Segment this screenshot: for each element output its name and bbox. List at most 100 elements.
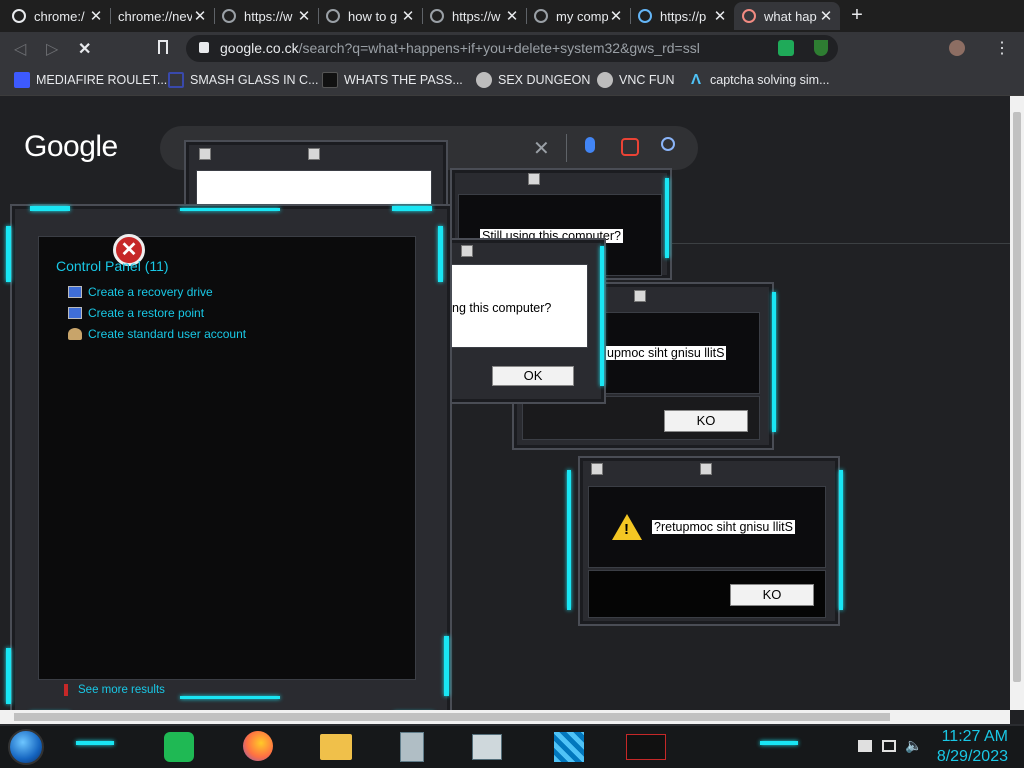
volume-tray-icon[interactable]: 🔈: [905, 737, 922, 754]
start-button[interactable]: [8, 729, 44, 765]
menu-icon[interactable]: ⋮: [994, 38, 1010, 58]
bookmark-label: SMASH GLASS IN C...: [190, 73, 319, 87]
list-item-label: Create standard user account: [88, 327, 247, 341]
mediafire-icon: [14, 72, 30, 88]
bookmark-smash-glass[interactable]: SMASH GLASS IN C...: [168, 72, 319, 88]
monitor-icon: [68, 286, 82, 298]
monitor-icon: [68, 307, 82, 319]
avatar[interactable]: [949, 40, 965, 56]
tab-title: https://p: [660, 8, 707, 24]
tab-title: my comp: [556, 8, 608, 24]
tab-title: what hap: [764, 8, 817, 24]
bookmark-icon[interactable]: [158, 40, 168, 54]
tab-6[interactable]: my comp ✕: [526, 2, 630, 30]
vertical-scrollbar-thumb[interactable]: [1013, 112, 1021, 682]
window-button[interactable]: [591, 463, 603, 475]
window-button[interactable]: [700, 463, 712, 475]
tab-title: how to g: [348, 8, 398, 24]
tab-title: https://w: [244, 8, 293, 24]
new-tab-button[interactable]: +: [846, 5, 868, 27]
lock-icon[interactable]: [199, 42, 209, 53]
network-tray-icon[interactable]: [882, 740, 896, 752]
globe-icon: [430, 9, 444, 23]
smash-glass-icon: [168, 72, 184, 88]
flag-icon: [64, 684, 68, 696]
calculator-taskbar-icon[interactable]: [400, 732, 424, 762]
close-icon[interactable]: ✕: [192, 7, 208, 25]
close-icon[interactable]: ✕: [88, 7, 104, 25]
tab-3[interactable]: https://w ✕: [214, 2, 318, 30]
back-icon[interactable]: ◁: [14, 39, 26, 59]
tab-title: https://w: [452, 8, 501, 24]
forward-icon[interactable]: ▷: [46, 39, 58, 59]
gear-icon: [476, 72, 492, 88]
loading-icon: [742, 9, 756, 23]
gear-icon: [597, 72, 613, 88]
window-button[interactable]: [634, 290, 646, 302]
ko-button[interactable]: KO: [664, 410, 748, 432]
mic-icon[interactable]: [585, 137, 595, 153]
clock-time[interactable]: 11:27 AM: [936, 728, 1008, 746]
url-host: google.co.ck: [220, 40, 299, 56]
tab-1[interactable]: chrome:/ ✕: [4, 2, 110, 30]
window-button[interactable]: [199, 148, 211, 160]
firefox-taskbar-icon[interactable]: [243, 731, 273, 761]
window-button[interactable]: [308, 148, 320, 160]
globe-icon: [222, 9, 236, 23]
ko-button[interactable]: KO: [730, 584, 814, 606]
tab-5[interactable]: https://w ✕: [422, 2, 526, 30]
spotify-taskbar-icon[interactable]: [164, 732, 194, 762]
history-icon: [12, 9, 26, 23]
window-button[interactable]: [528, 173, 540, 185]
close-icon[interactable]: ✕: [504, 7, 520, 25]
bookmark-captcha[interactable]: Λcaptcha solving sim...: [688, 72, 830, 88]
see-more-results-link[interactable]: See more results: [64, 684, 165, 696]
tiles-taskbar-icon[interactable]: [554, 732, 584, 762]
ok-button[interactable]: OK: [492, 366, 574, 386]
list-item-recovery-drive[interactable]: Create a recovery drive: [68, 285, 213, 299]
bookmark-vnc-fun[interactable]: VNC FUN: [597, 72, 675, 88]
tab-8-active[interactable]: what hap ✕: [734, 2, 840, 30]
bookmark-mediafire[interactable]: MEDIAFIRE ROULET...: [14, 72, 167, 88]
clock-date[interactable]: 8/29/2023: [936, 748, 1008, 766]
tab-2[interactable]: chrome://nev ✕: [110, 2, 214, 30]
close-icon[interactable]: ✕: [608, 7, 624, 25]
lens-icon[interactable]: [621, 138, 639, 156]
video-taskbar-icon[interactable]: [626, 734, 666, 760]
google-logo[interactable]: Google: [24, 130, 118, 164]
extension-green-icon[interactable]: [778, 40, 794, 56]
google-icon: [326, 9, 340, 23]
list-item-restore-point[interactable]: Create a restore point: [68, 306, 204, 320]
tab-7[interactable]: https://p ✕: [630, 2, 734, 30]
flag-tray-icon[interactable]: [858, 740, 872, 752]
window-taskbar-icon[interactable]: [472, 734, 502, 760]
tab-4[interactable]: how to g ✕: [318, 2, 422, 30]
close-icon[interactable]: ✕: [818, 7, 834, 25]
tab-title: chrome:/: [34, 8, 85, 24]
list-item-label: Create a restore point: [88, 306, 205, 320]
control-panel-title: Control Panel (11): [56, 258, 169, 274]
dialog-message: ?retupmoc siht gnisu llitS: [652, 520, 795, 534]
stop-loading-icon[interactable]: ✕: [78, 39, 91, 59]
url-text[interactable]: google.co.ck/search?q=what+happens+if+yo…: [220, 40, 700, 56]
file-explorer-taskbar-icon[interactable]: [320, 734, 352, 760]
bookmark-label: captcha solving sim...: [710, 73, 830, 87]
bookmark-sex-dungeon[interactable]: SEX DUNGEON: [476, 72, 590, 88]
close-icon[interactable]: ✕: [400, 7, 416, 25]
search-icon[interactable]: [661, 137, 675, 151]
users-icon: [68, 328, 82, 340]
clear-icon[interactable]: ✕: [533, 136, 550, 161]
list-item-user-account[interactable]: Create standard user account: [68, 327, 246, 341]
close-icon[interactable]: ✕: [296, 7, 312, 25]
dialog-message: upmoc siht gnisu llitS: [605, 346, 727, 360]
globe-icon: [638, 9, 652, 23]
close-icon[interactable]: ✕: [712, 7, 728, 25]
bookmark-whats-the-pass[interactable]: WHATS THE PASS...: [322, 72, 463, 88]
divider: [566, 134, 567, 162]
window-button[interactable]: [461, 245, 473, 257]
google-icon: [534, 9, 548, 23]
bookmark-label: VNC FUN: [619, 73, 675, 87]
horizontal-scrollbar-thumb[interactable]: [14, 713, 890, 721]
dialog-message: ng this computer?: [452, 301, 552, 315]
shield-extension-icon[interactable]: [814, 40, 828, 56]
